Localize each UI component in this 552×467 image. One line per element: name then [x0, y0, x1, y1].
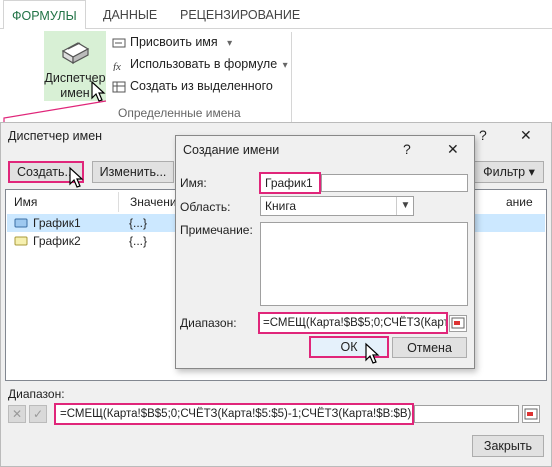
name-manager-title: Диспетчер имен [8, 129, 103, 143]
row-name: График1 [33, 216, 81, 230]
ok-button-label: ОК [340, 340, 358, 354]
row-value: {...} [129, 216, 148, 230]
scope-value: Книга [265, 199, 297, 213]
comment-label: Примечание: [180, 223, 253, 237]
column-header-value[interactable]: Значени [130, 190, 177, 214]
comment-textarea[interactable] [260, 222, 468, 306]
confirm-edit-icon[interactable]: ✓ [29, 405, 47, 423]
named-range-icon [14, 236, 28, 246]
name-label: Имя: [180, 176, 207, 190]
range-label: Диапазон: [8, 387, 65, 401]
name-input[interactable]: График1 [259, 172, 321, 194]
collapse-dialog-icon[interactable] [449, 315, 467, 332]
create-button-label: Создать... [17, 165, 75, 179]
edit-button[interactable]: Изменить... [92, 161, 174, 183]
edit-button-label: Изменить... [99, 165, 167, 179]
refers-to-input[interactable]: =СМЕЩ(Карта!$B$5;0;СЧЁТЗ(Карта [258, 312, 448, 334]
mouse-cursor-icon [365, 342, 380, 364]
row-name: График2 [33, 234, 81, 248]
help-icon[interactable]: ? [479, 127, 487, 143]
filter-button[interactable]: Фильтр ▾ [474, 161, 544, 183]
column-header-name[interactable]: Имя [14, 190, 37, 214]
range-field[interactable]: =СМЕЩ(Карта!$B$5;0;СЧЁТЗ(Карта!$5:$5)-1;… [54, 403, 414, 425]
column-divider [118, 192, 119, 212]
range-label: Диапазон: [180, 316, 237, 330]
range-field-extension[interactable] [414, 405, 519, 423]
close-button-label: Закрыть [483, 439, 533, 453]
close-button[interactable]: Закрыть [472, 435, 544, 457]
scope-label: Область: [180, 200, 231, 214]
collapse-dialog-icon[interactable] [522, 405, 540, 423]
row-value: {...} [129, 234, 148, 248]
named-range-icon [14, 218, 28, 228]
cancel-button-label: Отмена [407, 341, 452, 355]
close-icon[interactable]: ✕ [447, 141, 459, 158]
help-icon[interactable]: ? [403, 141, 411, 157]
column-header-comment[interactable]: ание [506, 190, 533, 214]
chevron-down-icon[interactable]: ▼ [396, 197, 414, 215]
mouse-cursor-icon [69, 166, 84, 188]
name-input-extension[interactable] [321, 174, 468, 192]
cancel-edit-icon[interactable]: ✕ [8, 405, 26, 423]
close-icon[interactable]: ✕ [520, 127, 532, 144]
filter-button-label: Фильтр ▾ [483, 165, 535, 179]
scope-select[interactable]: Книга [260, 196, 414, 216]
create-dialog-title: Создание имени [183, 143, 280, 157]
cancel-button[interactable]: Отмена [392, 337, 467, 358]
